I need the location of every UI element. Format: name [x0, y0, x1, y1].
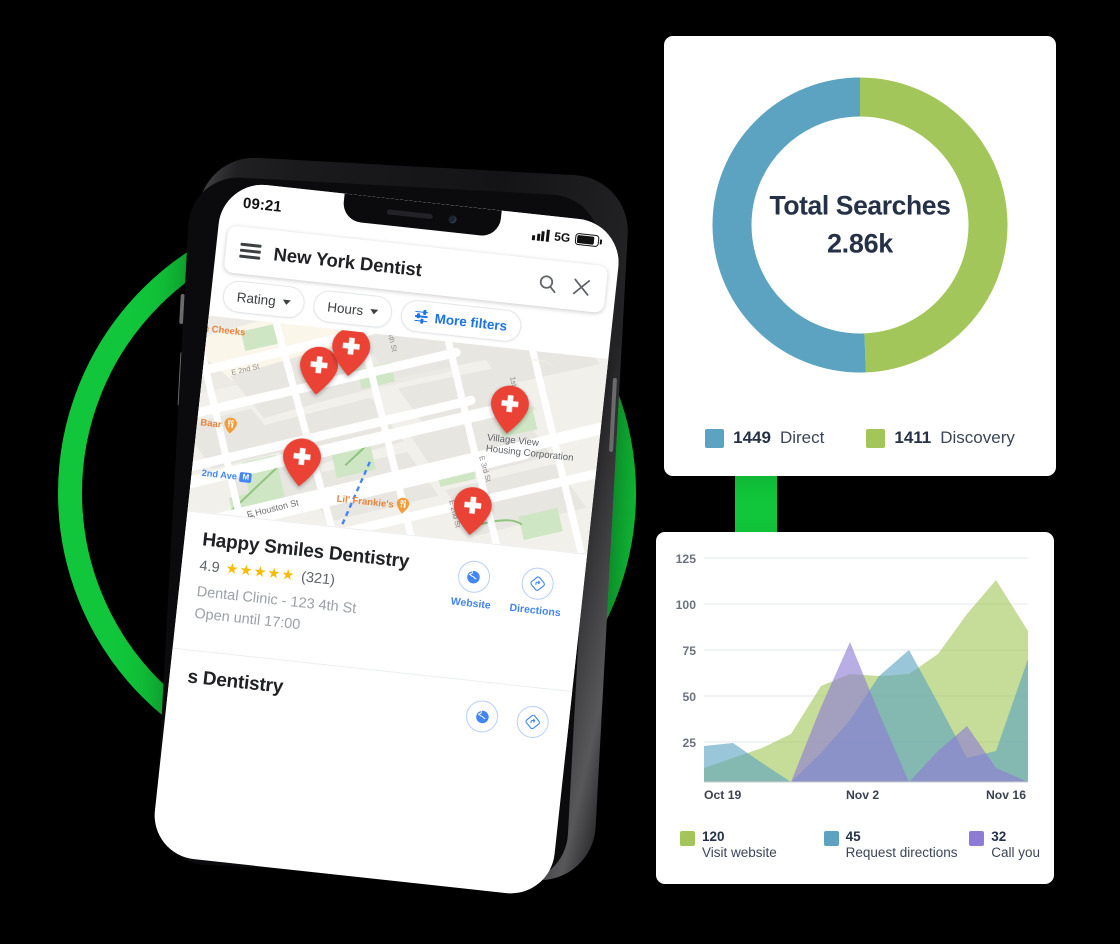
legend-label-direct: Direct: [779, 428, 825, 447]
website-button[interactable]: [464, 698, 500, 735]
search-input[interactable]: New York Dentist: [273, 243, 526, 292]
legend-item-visit-website[interactable]: 120 Visit website: [680, 829, 824, 862]
legend-item-call-you[interactable]: 32 Call you: [969, 829, 1040, 862]
battery-icon: [574, 232, 600, 248]
legend-value-request-directions: 45: [845, 828, 861, 844]
legend-label-request-directions: Request directions: [845, 845, 958, 861]
total-searches-card: Total Searches 2.86k 1449 Direct 1411 Di…: [664, 36, 1056, 476]
directions-button[interactable]: Directions: [509, 565, 565, 619]
filter-chip-rating-label: Rating: [236, 289, 277, 309]
network-type-label: 5G: [553, 229, 571, 246]
donut-legend: 1449 Direct 1411 Discovery: [664, 428, 1056, 448]
front-camera-icon: [448, 214, 457, 224]
donut-center-text: Total Searches 2.86k: [664, 191, 1056, 260]
hamburger-menu-icon[interactable]: [239, 242, 262, 260]
rating-value: 4.9: [198, 558, 221, 577]
search-icon[interactable]: [536, 272, 559, 295]
legend-label-discovery: Discovery: [940, 428, 1015, 447]
subway-badge-icon: M: [239, 471, 253, 484]
screenshot-stage: 09:21 5G New York Dentist Rating Hours M…: [0, 0, 1120, 944]
donut-title: Total Searches: [769, 190, 951, 221]
medical-cross-pin-icon: [283, 438, 321, 487]
legend-swatch-call-you: [969, 830, 985, 846]
legend-item-request-directions[interactable]: 45 Request directions: [823, 828, 970, 862]
legend-label-visit-website: Visit website: [702, 845, 777, 861]
legend-value-direct: 1449: [733, 428, 771, 447]
star-rating-icon: ★★★★★: [224, 560, 297, 585]
map-result-pin[interactable]: [488, 384, 531, 436]
area-chart-svg: [704, 557, 1028, 783]
map-result-pin[interactable]: [280, 437, 323, 489]
legend-value-call-you: 32: [991, 828, 1007, 844]
status-clock: 09:21: [242, 194, 283, 216]
phone-bezel: 09:21 5G New York Dentist Rating Hours M…: [150, 175, 624, 898]
medical-cross-pin-icon: [332, 328, 371, 376]
phone-mockup: 09:21 5G New York Dentist Rating Hours M…: [150, 154, 631, 898]
website-button[interactable]: Website: [450, 559, 495, 612]
directions-button[interactable]: [515, 704, 551, 740]
chevron-down-icon: [369, 308, 379, 315]
globe-icon: [456, 559, 492, 595]
status-indicators: 5G: [531, 227, 600, 248]
area-chart-legend: 120 Visit website 45 Request directions …: [680, 829, 1040, 862]
filter-chip-more-filters-label: More filters: [433, 310, 508, 334]
phone-screen: 09:21 5G New York Dentist Rating Hours M…: [150, 180, 624, 898]
donut-chart: Total Searches 2.86k: [664, 50, 1056, 400]
restaurant-icon: [397, 497, 410, 514]
map-result-pin[interactable]: [329, 326, 372, 378]
donut-value: 2.86k: [826, 228, 894, 259]
legend-swatch-direct: [705, 428, 725, 448]
review-count: (321): [300, 569, 336, 589]
directions-icon: [515, 704, 551, 740]
interactions-area-chart-card: 125 100 75 50 25 Oct 19 Nov 2 Nov 16 120…: [656, 532, 1054, 884]
area-chart: 125 100 75 50 25 Oct 19 Nov 2 Nov 16: [656, 544, 1054, 824]
legend-swatch-visit-website: [680, 830, 695, 846]
map-poi-label: r Baar: [193, 416, 223, 431]
chevron-down-icon: [282, 299, 291, 305]
filter-chip-hours-label: Hours: [326, 298, 365, 318]
legend-value-visit-website: 120: [702, 828, 725, 844]
globe-icon: [464, 698, 500, 735]
directions-icon: [520, 566, 556, 602]
filter-sliders-icon: [414, 310, 429, 323]
x-axis-tick-nov-16: Nov 16: [986, 788, 1026, 802]
close-icon[interactable]: [570, 276, 593, 299]
legend-label-call-you: Call you: [991, 845, 1040, 861]
legend-item-discovery[interactable]: 1411 Discovery: [866, 428, 1015, 448]
restaurant-icon: [224, 417, 238, 434]
legend-swatch-request-directions: [823, 830, 839, 846]
earpiece-speaker: [386, 209, 433, 220]
legend-swatch-discovery: [866, 428, 886, 448]
x-axis-tick-nov-2: Nov 2: [846, 788, 880, 802]
medical-cross-pin-icon: [491, 385, 529, 434]
x-axis-tick-oct-19: Oct 19: [704, 788, 742, 802]
map-result-pin[interactable]: [451, 485, 494, 537]
legend-item-direct[interactable]: 1449 Direct: [705, 428, 824, 448]
signal-bars-icon: [531, 228, 550, 242]
medical-cross-pin-icon: [453, 487, 492, 536]
legend-value-discovery: 1411: [894, 428, 932, 447]
